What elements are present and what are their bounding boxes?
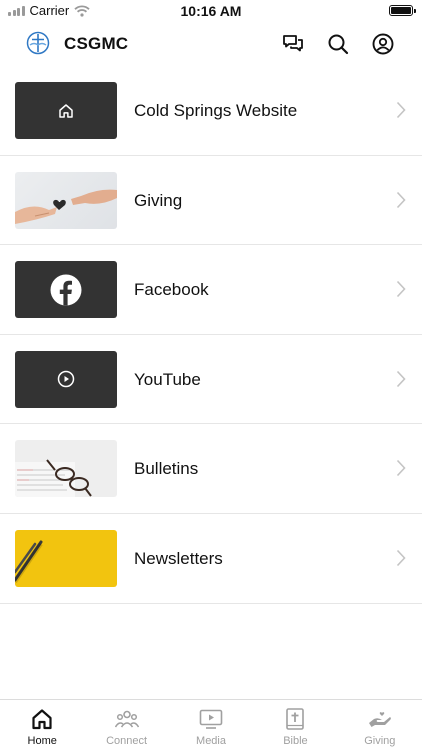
- list-item-label: Facebook: [134, 280, 209, 300]
- home-icon: [59, 103, 73, 118]
- tab-home[interactable]: Home: [0, 700, 84, 750]
- tab-bible[interactable]: Bible: [253, 700, 337, 750]
- chevron-right-icon: [396, 191, 406, 208]
- list-item-bulletins[interactable]: Bulletins: [0, 424, 422, 514]
- list-thumb: [15, 82, 117, 139]
- list-item-label: Newsletters: [134, 548, 223, 568]
- app-title: CSGMC: [64, 34, 129, 53]
- list-thumb: [15, 529, 117, 587]
- link-list: Cold Springs Website Giving Facebook You…: [0, 66, 422, 604]
- chevron-right-icon: [396, 101, 406, 119]
- list-thumb: [15, 350, 117, 408]
- people-icon: [114, 710, 139, 728]
- list-thumb: [15, 440, 117, 498]
- tab-bar: Home Connect Media Bible Giving: [0, 699, 422, 750]
- media-icon: [199, 709, 223, 729]
- tab-label: Home: [27, 735, 57, 747]
- search-icon[interactable]: [326, 32, 350, 56]
- account-icon[interactable]: [371, 32, 395, 56]
- list-item-label: Bulletins: [134, 459, 199, 479]
- giving-photo: [15, 189, 117, 224]
- giving-icon: [368, 712, 391, 727]
- list-thumb: [15, 171, 117, 229]
- newsletters-photo: [15, 540, 43, 584]
- tab-label: Connect: [106, 735, 148, 747]
- chevron-right-icon: [396, 460, 406, 477]
- bulletins-photo: [15, 459, 92, 498]
- bible-icon: [286, 708, 305, 730]
- home-icon: [32, 709, 52, 730]
- tab-connect[interactable]: Connect: [84, 700, 168, 750]
- list-item-giving[interactable]: Giving: [0, 156, 422, 246]
- battery-icon: [389, 5, 416, 16]
- list-item-newsletters[interactable]: Newsletters: [0, 514, 422, 604]
- chevron-right-icon: [396, 549, 406, 567]
- tab-giving[interactable]: Giving: [338, 700, 422, 750]
- list-item-website[interactable]: Cold Springs Website: [0, 66, 422, 156]
- chat-icon[interactable]: [281, 32, 305, 56]
- facebook-icon: [50, 274, 82, 306]
- tab-label: Media: [196, 735, 226, 747]
- list-item-label: Cold Springs Website: [134, 101, 298, 120]
- chevron-right-icon: [396, 281, 406, 298]
- play-circle-icon: [57, 371, 75, 388]
- list-thumb: [15, 261, 117, 319]
- list-item-facebook[interactable]: Facebook: [0, 245, 422, 335]
- tab-label: Giving: [364, 735, 396, 747]
- app-header: CSGMC: [0, 22, 422, 66]
- status-time: 10:16 AM: [180, 3, 242, 19]
- church-logo-icon: [26, 31, 50, 55]
- tab-media[interactable]: Media: [169, 700, 253, 750]
- list-item-label: YouTube: [134, 369, 201, 389]
- list-item-label: Giving: [134, 190, 183, 210]
- list-item-youtube[interactable]: YouTube: [0, 335, 422, 425]
- chevron-right-icon: [396, 370, 406, 387]
- status-bar: Carrier 10:16 AM: [0, 0, 422, 22]
- tab-label: Bible: [283, 735, 308, 747]
